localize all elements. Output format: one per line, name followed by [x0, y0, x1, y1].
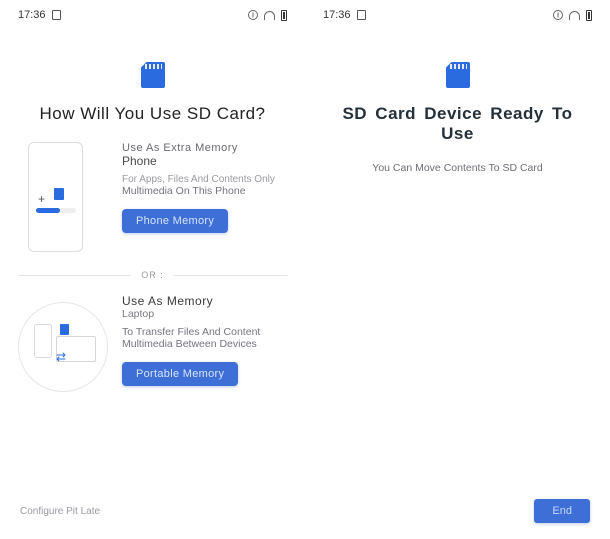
option1-note1: For Apps, Files And Contents Only: [122, 174, 287, 185]
dnd-icon: [553, 10, 563, 20]
option2-subtitle: Laptop: [122, 308, 287, 320]
plus-icon: +: [38, 192, 45, 206]
transfer-icon: ⇄: [56, 350, 66, 364]
statusbar: 17:36: [323, 0, 592, 24]
illustration-phone: +: [18, 142, 108, 252]
wifi-icon: [264, 11, 275, 20]
sd-mini-icon: [60, 324, 69, 335]
illustration-laptop: ⇄: [18, 294, 108, 404]
statusbar-right: [553, 10, 592, 21]
dnd-icon: [248, 10, 258, 20]
option1-title: Use As Extra Memory: [122, 142, 287, 154]
progress-bar-icon: [36, 208, 76, 213]
wifi-icon: [569, 11, 580, 20]
statusbar-right: [248, 10, 287, 21]
clock: 17:36: [323, 9, 351, 21]
sd-card-icon: [446, 62, 470, 88]
battery-icon: [281, 10, 287, 21]
end-button[interactable]: End: [534, 499, 590, 523]
or-divider: OR :: [18, 270, 287, 280]
page-title: How Will You Use SD Card?: [18, 104, 287, 124]
sd-mini-icon: [54, 188, 64, 200]
option2-title: Use As Memory: [122, 294, 287, 308]
notification-doc-icon: [52, 10, 61, 20]
battery-icon: [586, 10, 592, 21]
or-label: OR :: [131, 270, 174, 280]
screen-ready: 17:36 SD Card Device Ready To Use You Ca…: [305, 0, 610, 539]
notification-doc-icon: [357, 10, 366, 20]
option-portable-memory: ⇄ Use As Memory Laptop To Transfer Files…: [18, 294, 287, 404]
option1-subtitle: Phone: [122, 154, 287, 168]
portable-memory-button[interactable]: Portable Memory: [122, 362, 238, 386]
option2-note2: Multimedia Between Devices: [122, 338, 287, 350]
configure-later-link[interactable]: Configure Pit Late: [20, 506, 100, 517]
option-phone-memory: + Use As Extra Memory Phone For Apps, Fi…: [18, 142, 287, 252]
option1-note2: Multimedia On This Phone: [122, 185, 287, 197]
ready-message: You Can Move Contents To SD Card: [323, 162, 592, 174]
clock: 17:36: [18, 9, 46, 21]
page-title: SD Card Device Ready To Use: [323, 104, 592, 144]
phone-memory-button[interactable]: Phone Memory: [122, 209, 228, 233]
option2-note1: To Transfer Files And Content: [122, 326, 287, 338]
statusbar: 17:36: [18, 0, 287, 24]
screen-setup: 17:36 How Will You Use SD Card? + Use As…: [0, 0, 305, 539]
sd-card-icon: [141, 62, 165, 88]
